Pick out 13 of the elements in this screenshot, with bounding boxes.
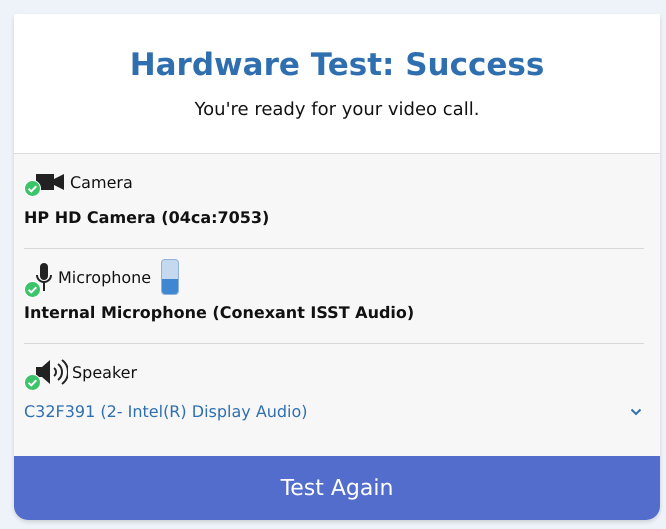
test-again-button[interactable]: Test Again (14, 456, 660, 520)
video-camera-icon (34, 173, 66, 191)
device-label: Camera (70, 172, 133, 192)
subtitle: You're ready for your video call. (194, 99, 480, 120)
speaker-icon (34, 359, 68, 385)
device-label: Microphone (58, 268, 152, 286)
chevron-down-icon (630, 408, 642, 416)
device-name: HP HD Camera (04ca:7053) (24, 208, 270, 227)
device-label: Speaker (72, 362, 138, 382)
device-select[interactable]: C32F391 (2- Intel(R) Display Audio) (24, 402, 644, 421)
device-name: Internal Microphone (Conexant ISST Audio) (24, 303, 416, 322)
page-title: Hardware Test: Success (130, 47, 544, 83)
microphone-icon (34, 262, 54, 292)
